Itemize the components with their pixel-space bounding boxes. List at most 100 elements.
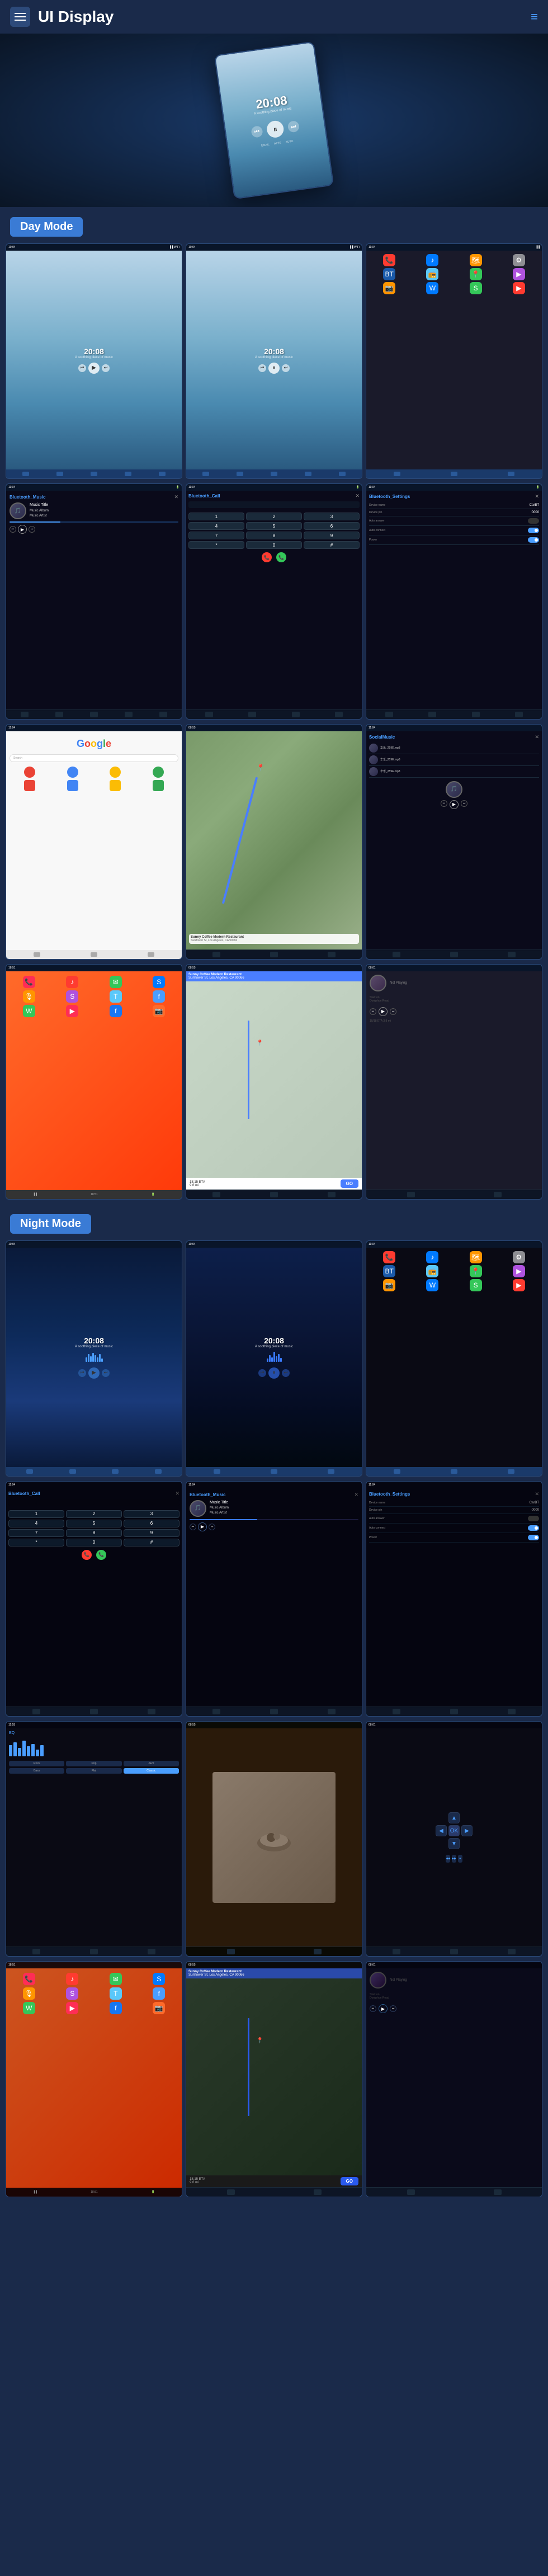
eq-preset-4[interactable]: Bass	[9, 1768, 64, 1774]
eq-preset-6-active[interactable]: Classic	[124, 1768, 179, 1774]
bt-nav-3[interactable]	[90, 712, 98, 717]
np-play[interactable]: ▶	[379, 1007, 388, 1016]
g-app-8[interactable]	[153, 780, 164, 791]
app-safari-icon[interactable]: S	[153, 976, 165, 988]
n-key-1[interactable]: 1	[8, 1510, 64, 1518]
nav-up-arrow[interactable]: ▲	[448, 1812, 460, 1823]
night-np-next[interactable]: ⏭	[390, 2005, 396, 2012]
app-media[interactable]: ▶	[513, 268, 525, 280]
night-red-app-12[interactable]: 📷	[153, 2002, 165, 2014]
bt-nav-1[interactable]	[21, 712, 29, 717]
bt-nav-5[interactable]	[159, 712, 167, 717]
ncn-3[interactable]	[148, 1709, 155, 1714]
key-8[interactable]: 8	[246, 532, 302, 539]
night-next-2[interactable]: ⏭	[282, 1369, 290, 1377]
key-5[interactable]: 5	[246, 522, 302, 530]
playlist-3[interactable]: 华乐_259E.mp3	[369, 766, 539, 778]
app-music-icon[interactable]: ♪	[66, 976, 78, 988]
n-key-3[interactable]: 3	[124, 1510, 179, 1518]
nav-extra-1[interactable]: ◀◀	[446, 1855, 450, 1863]
bt-call-nav-1[interactable]	[205, 712, 213, 717]
night-red-app-4[interactable]: S	[153, 1973, 165, 1985]
eq-nav-2[interactable]	[90, 1949, 98, 1954]
g-app-2[interactable]	[67, 767, 78, 778]
night-red-app-7[interactable]: T	[110, 1987, 122, 2000]
night-app-4[interactable]: ⚙	[513, 1251, 525, 1263]
social-nav-3[interactable]	[508, 952, 516, 957]
night-app-11[interactable]: S	[470, 1279, 482, 1291]
power-toggle[interactable]	[528, 537, 539, 543]
n-key-9[interactable]: 9	[124, 1529, 179, 1537]
bt-next[interactable]: ⏭	[29, 526, 35, 533]
key-7[interactable]: 7	[188, 532, 244, 539]
nav-bar-2[interactable]	[270, 1192, 278, 1197]
nbmn-1[interactable]	[212, 1709, 220, 1714]
app-phone-icon[interactable]: 📞	[23, 976, 35, 988]
night-app-5[interactable]: BT	[383, 1265, 395, 1277]
n-key-0[interactable]: 0	[66, 1539, 122, 1546]
eq-nav-1[interactable]	[32, 1949, 40, 1954]
night-app-1[interactable]: 📞	[383, 1251, 395, 1263]
n-key-hash[interactable]: #	[124, 1539, 179, 1546]
n-key-8[interactable]: 8	[66, 1529, 122, 1537]
eq-nav-3[interactable]	[148, 1949, 155, 1954]
eq-preset-2[interactable]: Pop	[66, 1761, 121, 1766]
bt-settings-nav-3[interactable]	[472, 712, 480, 717]
nnb-1[interactable]	[393, 1949, 400, 1954]
playlist-1[interactable]: 华乐_259E.mp3	[369, 742, 539, 754]
nav-extra-3[interactable]: ⏹	[458, 1855, 462, 1863]
bt-settings-nav-4[interactable]	[515, 712, 523, 717]
n-key-5[interactable]: 5	[66, 1520, 122, 1527]
app-maps[interactable]: 🗺	[470, 254, 482, 266]
map-nav-3[interactable]	[328, 952, 336, 957]
nnpn-1[interactable]	[407, 2189, 415, 2195]
n-key-6[interactable]: 6	[124, 1520, 179, 1527]
app-music[interactable]: ♪	[426, 254, 438, 266]
night-red-app-3[interactable]: ✉	[110, 1973, 122, 1985]
app-waze[interactable]: W	[426, 282, 438, 294]
g-app-1[interactable]	[24, 767, 35, 778]
key-star[interactable]: *	[188, 541, 244, 549]
np-next[interactable]: ⏭	[390, 1008, 396, 1015]
car-next-2[interactable]: ⏭	[282, 364, 290, 372]
app-podcast-icon[interactable]: 🎙	[23, 990, 35, 1003]
app-settings[interactable]: ⚙	[513, 254, 525, 266]
google-nav-2[interactable]	[91, 952, 97, 957]
eq-preset-3[interactable]: Jazz	[124, 1761, 179, 1766]
night-app-8[interactable]: ▶	[513, 1265, 525, 1277]
bt-prev[interactable]: ⏮	[10, 526, 16, 533]
hero-next-btn[interactable]: ⏭	[287, 120, 300, 133]
key-4[interactable]: 4	[188, 522, 244, 530]
food-nav-1[interactable]	[227, 1949, 235, 1954]
night-red-app-8[interactable]: f	[153, 1987, 165, 2000]
bt-settings-close[interactable]: ✕	[535, 493, 539, 500]
auto-connect-toggle[interactable]	[528, 528, 539, 533]
bt-play[interactable]: ▶	[18, 525, 27, 534]
nmn-2[interactable]	[314, 2189, 322, 2195]
g-app-3[interactable]	[110, 767, 121, 778]
n-key-7[interactable]: 7	[8, 1529, 64, 1537]
google-search-bar[interactable]: Search	[10, 754, 178, 762]
food-nav-2[interactable]	[314, 1949, 322, 1954]
bt-settings-nav-2[interactable]	[428, 712, 436, 717]
nav-center-btn[interactable]: OK	[448, 1825, 460, 1836]
nav-down-arrow[interactable]: ▼	[448, 1838, 460, 1849]
nbmn-2[interactable]	[270, 1709, 278, 1714]
app-youtube[interactable]: ▶	[513, 282, 525, 294]
np-nav-1[interactable]	[407, 1192, 415, 1197]
social-close[interactable]: ✕	[535, 734, 539, 740]
app-nav[interactable]: 📍	[470, 268, 482, 280]
g-app-7[interactable]	[110, 780, 121, 791]
playlist-2[interactable]: 华乐_259E.mp3	[369, 754, 539, 766]
night-app-6[interactable]: 📻	[426, 1265, 438, 1277]
bt-music-close[interactable]: ✕	[174, 494, 178, 500]
night-end-call[interactable]: 📞	[82, 1550, 92, 1560]
app-camera[interactable]: 📷	[383, 282, 395, 294]
end-call-btn[interactable]: 📞	[262, 552, 272, 562]
car-prev-1[interactable]: ⏮	[78, 364, 86, 372]
app-bt[interactable]: BT	[383, 268, 395, 280]
bt-settings-nav-1[interactable]	[385, 712, 393, 717]
app-msg-icon[interactable]: ✉	[110, 976, 122, 988]
nnb-3[interactable]	[508, 1949, 516, 1954]
nsn-2[interactable]	[450, 1709, 458, 1714]
